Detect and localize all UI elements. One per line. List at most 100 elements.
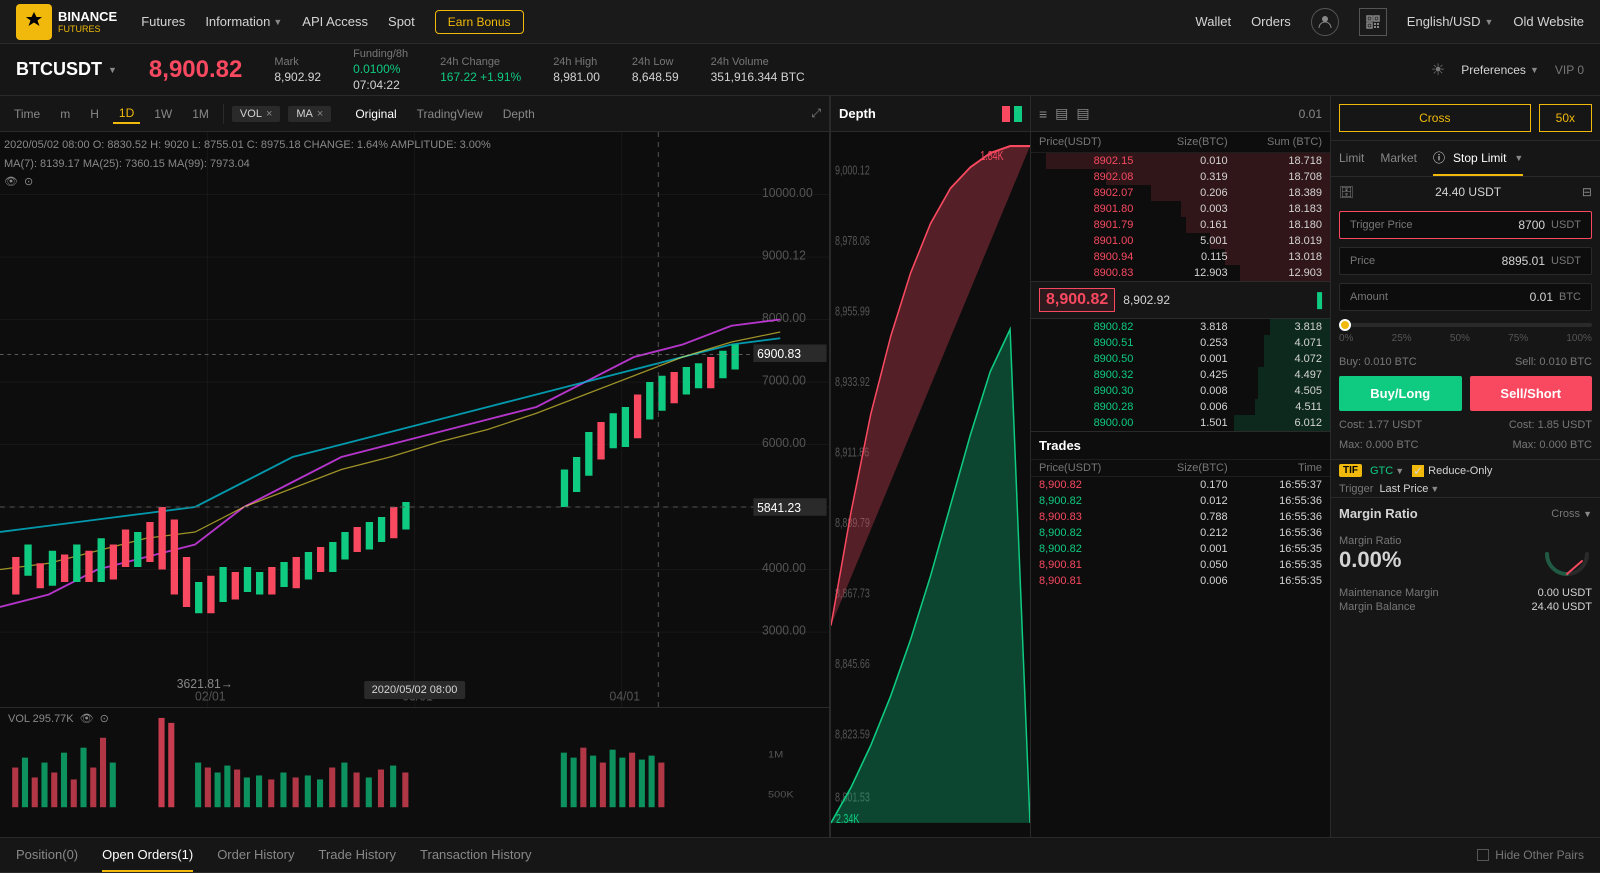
ob-view-asks-icon[interactable]: ▤ [1055, 105, 1068, 122]
ob-decimal-selector[interactable]: 0.01 [1299, 107, 1322, 121]
avatar-icon[interactable] [1311, 8, 1339, 36]
depth-header: Depth [831, 96, 1030, 132]
ob-ask-row[interactable]: 8901.79 0.161 18.180 [1031, 217, 1330, 233]
ob-toolbar: ≡ ▤ ▤ 0.01 [1031, 96, 1330, 132]
ob-bid-row[interactable]: 8900.51 0.253 4.071 [1031, 335, 1330, 351]
last-price-selector[interactable]: Last Price ▼ [1379, 483, 1439, 495]
vol-remove-icon[interactable]: × [266, 108, 272, 120]
ob-ask-row[interactable]: 8901.00 5.001 18.019 [1031, 233, 1330, 249]
ob-bid-row[interactable]: 8900.28 0.006 4.511 [1031, 399, 1330, 415]
trade-row[interactable]: 8,900.81 0.050 16:55:35 [1031, 557, 1330, 573]
ticker-symbol[interactable]: BTCUSDT ▼ [16, 59, 117, 80]
leverage-button[interactable]: 50x [1539, 104, 1592, 132]
chart-type-tradingview[interactable]: TradingView [409, 105, 491, 123]
prefs-dropdown-icon: ▼ [1530, 65, 1539, 75]
interval-1m[interactable]: 1M [186, 105, 215, 123]
vol-label: VOL 295.77K 👁 ⊙ [8, 712, 109, 725]
ob-bid-row[interactable]: 8900.30 0.008 4.505 [1031, 383, 1330, 399]
ticker-right-controls: ☀ Preferences ▼ VIP 0 [1431, 60, 1584, 80]
ob-bid-row[interactable]: 8900.50 0.001 4.072 [1031, 351, 1330, 367]
interval-1d[interactable]: 1D [113, 104, 140, 124]
ob-ask-row[interactable]: 8902.08 0.319 18.708 [1031, 169, 1330, 185]
ob-bid-row[interactable]: 8900.00 1.501 6.012 [1031, 415, 1330, 431]
interval-h[interactable]: H [84, 105, 105, 123]
tab-trade-history[interactable]: Trade History [318, 838, 396, 872]
order-info: Buy: 0.010 BTC Sell: 0.010 BTC [1339, 356, 1592, 368]
svg-text:6900.83: 6900.83 [757, 347, 801, 361]
vol-section: VOL 295.77K 👁 ⊙ [0, 707, 829, 837]
nav-information[interactable]: Information ▼ [205, 14, 282, 29]
ob-ask-row[interactable]: 8900.94 0.115 13.018 [1031, 249, 1330, 265]
svg-text:2.34K: 2.34K [836, 813, 860, 827]
usdt-balance-row: 🗄 24.40 USDT ⊟ [1339, 185, 1592, 199]
vol-indicator-tag[interactable]: VOL × [232, 106, 280, 122]
ob-bid-row[interactable]: 8900.82 3.818 3.818 [1031, 319, 1330, 335]
trade-row[interactable]: 8,900.82 0.170 16:55:37 [1031, 477, 1330, 493]
tab-position[interactable]: Position(0) [16, 838, 78, 872]
old-website-link[interactable]: Old Website [1513, 14, 1584, 29]
gtc-selector[interactable]: GTC ▼ [1370, 465, 1404, 477]
binance-logo-icon [16, 4, 52, 40]
gtc-dropdown-icon: ▼ [1395, 466, 1404, 476]
bottom-tab-right: Hide Other Pairs [1477, 848, 1584, 862]
qr-icon[interactable] [1359, 8, 1387, 36]
trade-row[interactable]: 8,900.81 0.006 16:55:35 [1031, 573, 1330, 589]
hide-other-pairs-checkbox[interactable]: Hide Other Pairs [1477, 848, 1584, 862]
ob-view-all-icon[interactable]: ≡ [1039, 106, 1047, 122]
sell-short-button[interactable]: Sell/Short [1470, 376, 1593, 411]
language-selector[interactable]: English/USD ▼ [1407, 14, 1494, 29]
amount-slider[interactable]: 0%25%50%75%100% [1339, 319, 1592, 348]
chart-toolbar: Time m H 1D 1W 1M VOL × MA × Original Tr… [0, 96, 829, 132]
chart-type-depth[interactable]: Depth [495, 105, 543, 123]
amount-field[interactable]: Amount 0.01 BTC [1339, 283, 1592, 311]
preferences-button[interactable]: Preferences ▼ [1461, 63, 1539, 77]
trade-row[interactable]: 8,900.82 0.212 16:55:36 [1031, 525, 1330, 541]
tab-stop-limit[interactable]: ⓘ Stop Limit ▼ [1433, 141, 1523, 176]
ob-ask-row[interactable]: 8902.15 0.010 18.718 [1031, 153, 1330, 169]
tab-limit[interactable]: Limit [1339, 141, 1364, 176]
ob-ask-row[interactable]: 8900.83 12.903 12.903 [1031, 265, 1330, 281]
ob-ask-row[interactable]: 8902.07 0.206 18.389 [1031, 185, 1330, 201]
time-selector[interactable]: Time [8, 105, 46, 123]
reduce-only-checkbox[interactable]: ✓ Reduce-Only [1412, 465, 1492, 477]
price-field[interactable]: Price 8895.01 USDT [1339, 247, 1592, 275]
ma-remove-icon[interactable]: × [317, 108, 323, 120]
nav-spot[interactable]: Spot [388, 14, 415, 29]
ma-indicator-tag[interactable]: MA × [288, 106, 331, 122]
cross-mode-button[interactable]: Cross [1339, 104, 1531, 132]
nav-futures[interactable]: Futures [141, 14, 185, 29]
ob-ask-row[interactable]: 8901.80 0.003 18.183 [1031, 201, 1330, 217]
margin-cross-selector[interactable]: Cross ▼ [1551, 508, 1592, 520]
theme-icon[interactable]: ☀ [1431, 60, 1445, 80]
vol-settings-icon[interactable]: ⊙ [100, 712, 109, 725]
tab-market[interactable]: Market [1380, 141, 1417, 176]
tab-transaction-history[interactable]: Transaction History [420, 838, 532, 872]
ob-headers: Price(USDT) Size(BTC) Sum (BTC) [1031, 132, 1330, 153]
vol-visible-icon[interactable]: 👁 [80, 712, 94, 725]
ticker-bar: BTCUSDT ▼ 8,900.82 Mark 8,902.92 Funding… [0, 44, 1600, 96]
chart-type-original[interactable]: Original [347, 105, 404, 123]
expand-chart-icon[interactable]: ⤢ [811, 106, 821, 121]
wallet-link[interactable]: Wallet [1195, 14, 1231, 29]
depth-svg: 9,000.12 8,978.06 8,955.99 8,933.92 8,91… [831, 132, 1030, 837]
buy-long-button[interactable]: Buy/Long [1339, 376, 1462, 411]
interval-1w[interactable]: 1W [148, 105, 178, 123]
ticker-24h-change: 24h Change 167.22 +1.91% [440, 56, 521, 84]
trigger-price-field[interactable]: Trigger Price 8700 USDT [1339, 211, 1592, 239]
margin-details: Maintenance Margin 0.00 USDT Margin Bala… [1339, 587, 1592, 613]
tif-badge: TIF [1339, 464, 1362, 477]
orders-link[interactable]: Orders [1251, 14, 1291, 29]
calculator-icon[interactable]: ⊟ [1582, 185, 1592, 199]
trade-row[interactable]: 8,900.82 0.001 16:55:35 [1031, 541, 1330, 557]
trade-row[interactable]: 8,900.83 0.788 16:55:36 [1031, 509, 1330, 525]
ob-view-bids-icon[interactable]: ▤ [1076, 105, 1089, 122]
nav-api[interactable]: API Access [302, 14, 368, 29]
trade-row[interactable]: 8,900.82 0.012 16:55:36 [1031, 493, 1330, 509]
trigger-row: Trigger Last Price ▼ [1331, 481, 1600, 497]
tab-open-orders[interactable]: Open Orders(1) [102, 838, 193, 872]
interval-m[interactable]: m [54, 105, 76, 123]
ob-bid-row[interactable]: 8900.32 0.425 4.497 [1031, 367, 1330, 383]
tab-order-history[interactable]: Order History [217, 838, 294, 872]
earn-bonus-button[interactable]: Earn Bonus [435, 10, 524, 34]
margin-gauge [1542, 529, 1592, 579]
